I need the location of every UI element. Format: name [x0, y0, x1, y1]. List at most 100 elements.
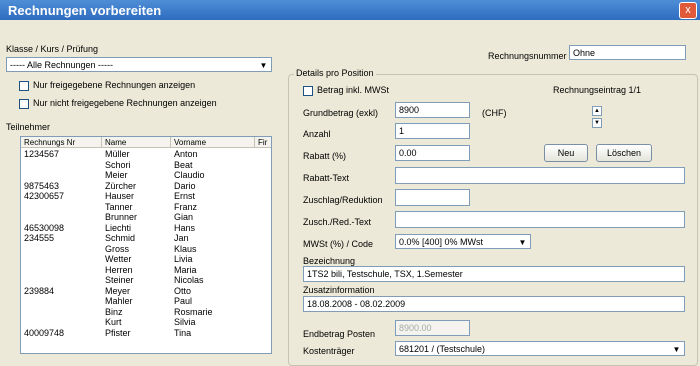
close-icon: x [685, 4, 691, 16]
cell-name: Brunner [105, 212, 138, 222]
column-header-firma[interactable]: Fir [255, 137, 271, 148]
cell-name: Pfister [105, 327, 131, 338]
cell-vorname: Tina [174, 327, 192, 338]
teilnehmer-label: Teilnehmer [6, 122, 51, 132]
cell-rechnungsnr: 46530098 [24, 222, 65, 233]
cell-vorname: Nicolas [174, 275, 204, 285]
chevron-down-icon: ▼ [670, 343, 683, 354]
teilnehmer-list[interactable]: Rechnungs Nr Name Vorname Fir 1234567 Mül… [20, 136, 272, 354]
zusatz-label: Zusatzinformation [303, 285, 375, 295]
grundbetrag-label: Grundbetrag (exkl) [303, 108, 379, 118]
cell-name: Mahler [105, 296, 133, 306]
cell-name: Zürcher [105, 180, 137, 191]
cell-vorname: Paul [174, 296, 193, 306]
klasse-label: Klasse / Kurs / Prüfung [6, 44, 99, 54]
cell-vorname: Hans [174, 222, 196, 233]
cell-name: Gross [105, 243, 130, 254]
column-header-rechnungsnr[interactable]: Rechnungs Nr [21, 137, 102, 148]
nur-freigegeben-checkbox[interactable] [19, 81, 29, 91]
cell-rechnungsnr: 9875463 [24, 180, 60, 191]
table-row[interactable]: Kurt Silvia [21, 317, 271, 327]
zusch-text-label: Zusch./Red.-Text [303, 217, 372, 227]
cell-name: Schori [105, 159, 131, 170]
kostentraeger-select-value: 681201 / (Testschule) [399, 344, 486, 354]
zusatz-field[interactable]: 18.08.2008 - 08.02.2009 [303, 296, 685, 312]
cell-name: Müller [105, 149, 130, 159]
rechnungsnummer-field[interactable]: Ohne [569, 45, 686, 60]
arrow-down-icon: ▼ [594, 120, 600, 126]
cell-name: Steiner [105, 275, 134, 285]
column-header-name[interactable]: Name [102, 137, 171, 148]
table-row[interactable]: Wetter Livia [21, 254, 271, 264]
cell-name: Tanner [105, 201, 133, 212]
details-title: Details pro Position [294, 68, 376, 78]
cell-vorname: Klaus [174, 243, 197, 254]
cell-name: Meyer [105, 285, 131, 296]
eintrag-up-button[interactable]: ▲ [592, 106, 602, 116]
table-row[interactable]: Steiner Nicolas [21, 275, 271, 285]
table-row[interactable]: Brunner Gian [21, 212, 271, 222]
endbetrag-field: 8900.00 [395, 320, 470, 336]
table-row[interactable]: 42300657 Hauser Ernst [21, 191, 271, 201]
cell-name: Herren [105, 264, 133, 275]
cell-vorname: Dario [174, 180, 196, 191]
cell-name: Hauser [105, 191, 135, 201]
cell-vorname: Ernst [174, 191, 196, 201]
table-row[interactable]: Tanner Franz [21, 201, 271, 212]
cell-name: Schmid [105, 233, 136, 243]
kostentraeger-label: Kostenträger [303, 346, 355, 356]
cell-rechnungsnr: 42300657 [24, 191, 65, 201]
loeschen-button[interactable]: Löschen [596, 144, 652, 162]
nur-nicht-freigegeben-checkbox[interactable] [19, 99, 29, 109]
table-row[interactable]: Schori Beat [21, 159, 271, 170]
mwst-select[interactable]: 0.0% [400] 0% MWst ▼ [395, 234, 531, 249]
close-button[interactable]: x [679, 2, 697, 19]
cell-vorname: Claudio [174, 170, 205, 180]
table-row[interactable]: Herren Maria [21, 264, 271, 275]
column-header-vorname[interactable]: Vorname [171, 137, 255, 148]
table-row[interactable]: 1234567 Müller Anton [21, 149, 271, 159]
cell-vorname: Otto [174, 285, 192, 296]
betrag-inkl-label: Betrag inkl. MWSt [317, 85, 390, 95]
bezeichnung-label: Bezeichnung [303, 256, 356, 266]
table-row[interactable]: 234555 Schmid Jan [21, 233, 271, 243]
table-row[interactable]: Binz Rosmarie [21, 306, 271, 317]
table-row[interactable]: 46530098 Liechti Hans [21, 222, 271, 233]
arrow-up-icon: ▲ [594, 108, 600, 114]
cell-name: Wetter [105, 254, 132, 264]
window-title: Rechnungen vorbereiten [8, 3, 162, 18]
mwst-label: MWSt (%) / Code [303, 239, 374, 249]
cell-rechnungsnr: 40009748 [24, 327, 65, 338]
cell-name: Meier [105, 170, 128, 180]
table-row[interactable]: 40009748 Pfister Tina [21, 327, 271, 338]
nur-nicht-freigegeben-label: Nur nicht freigegebene Rechnungen anzeig… [33, 98, 217, 108]
grundbetrag-field[interactable]: 8900 [395, 102, 470, 118]
cell-vorname: Maria [174, 264, 197, 275]
eintrag-down-button[interactable]: ▼ [592, 118, 602, 128]
bezeichnung-field[interactable]: 1TS2 bili, Testschule, TSX, 1.Semester [303, 266, 685, 282]
table-row[interactable]: 239884 Meyer Otto [21, 285, 271, 296]
betrag-inkl-checkbox[interactable] [303, 86, 313, 96]
rabatt-field[interactable]: 0.00 [395, 145, 470, 161]
neu-button[interactable]: Neu [544, 144, 588, 162]
cell-rechnungsnr: 234555 [24, 233, 55, 243]
klasse-select[interactable]: ----- Alle Rechnungen ----- ▼ [6, 57, 272, 72]
rabatt-text-field[interactable] [395, 167, 685, 184]
cell-name: Liechti [105, 222, 132, 233]
anzahl-field[interactable]: 1 [395, 123, 470, 139]
rabatt-text-label: Rabatt-Text [303, 173, 350, 183]
cell-rechnungsnr: 239884 [24, 285, 55, 296]
cell-name: Binz [105, 306, 123, 317]
table-row[interactable]: Meier Claudio [21, 170, 271, 180]
table-row[interactable]: Mahler Paul [21, 296, 271, 306]
chevron-down-icon: ▼ [257, 59, 270, 70]
klasse-select-value: ----- Alle Rechnungen ----- [10, 60, 114, 70]
zuschlag-field[interactable] [395, 189, 470, 206]
zusch-text-field[interactable] [395, 211, 685, 228]
cell-vorname: Rosmarie [174, 306, 213, 317]
anzahl-label: Anzahl [303, 129, 331, 139]
endbetrag-label: Endbetrag Posten [303, 329, 376, 339]
rechnungsnummer-label: Rechnungsnummer [488, 51, 567, 61]
table-row[interactable]: Gross Klaus [21, 243, 271, 254]
table-row[interactable]: 9875463 Zürcher Dario [21, 180, 271, 191]
